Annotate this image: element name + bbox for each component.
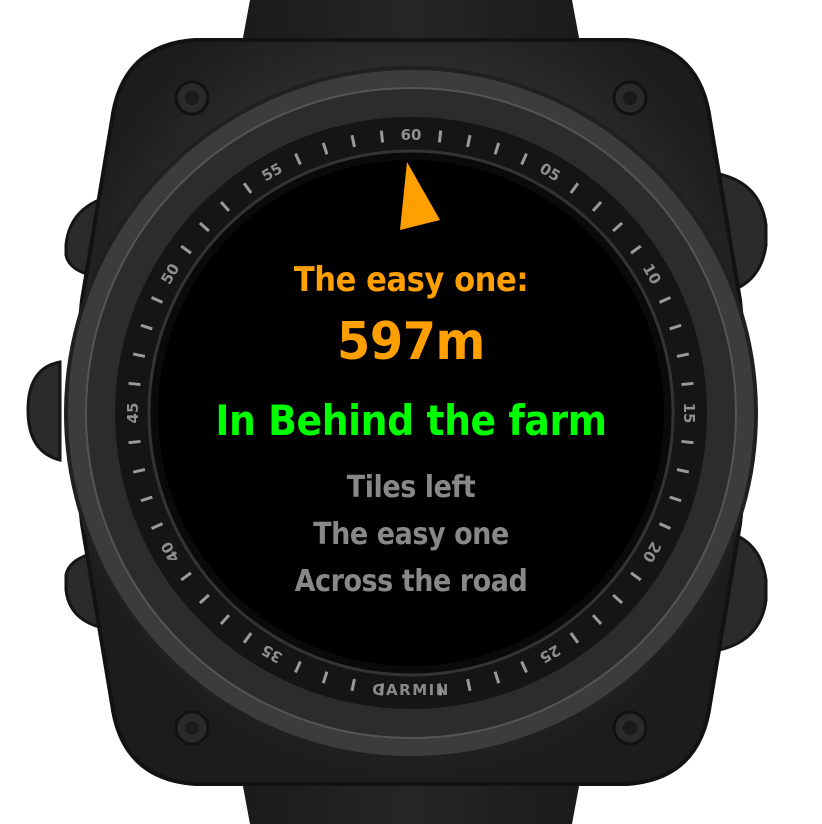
direction-arrow-icon <box>400 162 440 230</box>
watch-screen: The easy one: 597m In Behind the farm Ti… <box>158 160 664 666</box>
list-item[interactable]: Tiles left <box>183 470 638 505</box>
target-label: The easy one: <box>293 260 529 300</box>
bezel-tick <box>681 439 694 445</box>
current-location: In Behind the farm <box>215 396 607 445</box>
bezel-number: 15 <box>680 403 698 424</box>
bezel-number: 60 <box>401 126 422 144</box>
bezel-tick <box>128 439 141 445</box>
list-item[interactable]: The easy one <box>183 517 638 552</box>
bezel-tick <box>437 130 443 143</box>
watch-simulator: 60 05 10 15 20 25 35 40 45 50 55 The easy one: 597… <box>0 0 822 824</box>
left-button-middle <box>26 360 62 462</box>
distance-value: 597m <box>337 312 485 372</box>
bezel-tick <box>681 381 694 387</box>
brand-logo: GARMIN <box>372 681 450 699</box>
list-item[interactable]: Across the road <box>183 564 638 599</box>
bezel-number: 45 <box>124 403 142 424</box>
bezel-tick <box>128 381 141 387</box>
bezel-tick <box>379 130 385 143</box>
